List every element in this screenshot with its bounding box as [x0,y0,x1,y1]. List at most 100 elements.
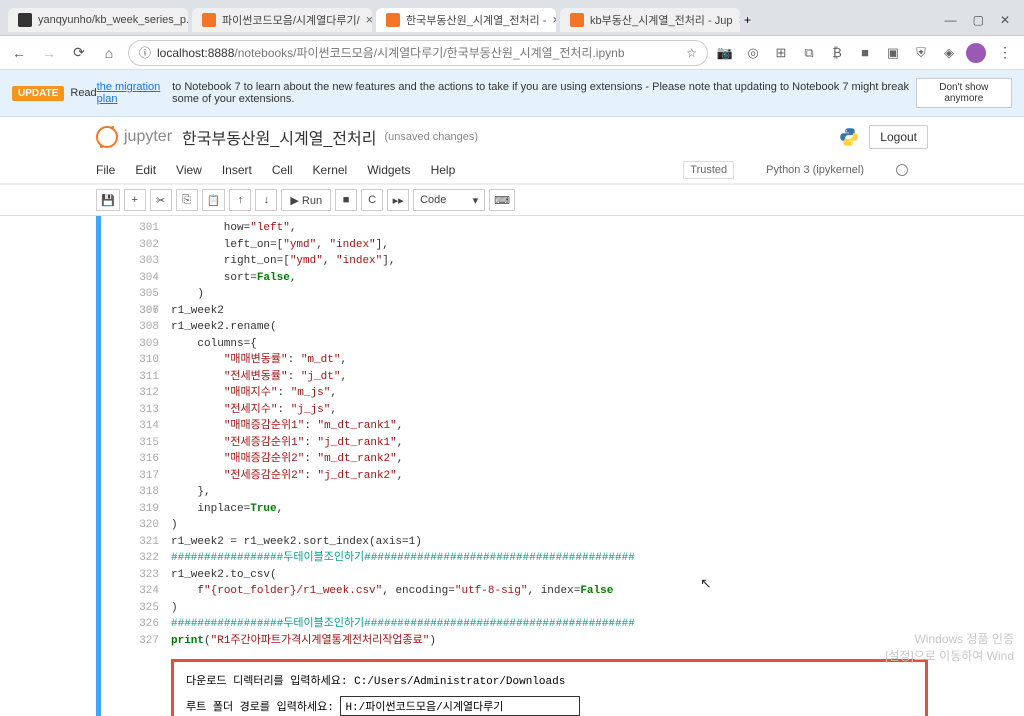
trusted-indicator[interactable]: Trusted [683,161,734,179]
tab-label: 한국부동산원_시계열_전처리 - [406,12,546,28]
back-button[interactable]: ← [8,42,30,64]
tab-close-icon[interactable]: × [738,12,740,27]
home-button[interactable]: ⌂ [98,42,120,64]
jupyter-icon [96,126,118,148]
cell-type-select[interactable]: Code▾ [413,189,485,211]
extension-icon[interactable]: ₿ [828,44,846,62]
move-up-button[interactable]: ↑ [229,189,251,211]
banner-text-2: to Notebook 7 to learn about the new fea… [172,81,916,105]
extension-icon[interactable]: ⊞ [772,44,790,62]
code-line: 315 "전세증감순위1": "j_dt_rank1", [125,435,928,452]
code-line: 314 "매매증감순위1": "m_dt_rank1", [125,418,928,435]
tab-close-icon[interactable]: × [552,12,556,27]
code-editor[interactable]: 301 how="left",302 left_on=["ymd", "inde… [101,216,928,653]
restart-button[interactable]: C [361,189,383,211]
code-line: 322#################두테이블조인하기############… [125,550,928,567]
stop-button[interactable]: ■ [335,189,357,211]
tab-label: 파이썬코드모음/시계열다루기/ [222,12,360,28]
close-window-button[interactable]: ✕ [1000,13,1010,27]
save-status: (unsaved changes) [384,131,478,143]
menu-item-insert[interactable]: Insert [222,163,252,177]
code-line: 308r1_week2.rename( [125,319,928,336]
kernel-name[interactable]: Python 3 (ipykernel) [766,164,864,176]
cut-button[interactable]: ✂ [150,189,172,211]
minimize-button[interactable]: — [945,13,957,27]
browser-tab[interactable]: 파이썬코드모음/시계열다루기/ × [192,8,372,32]
code-line: 309 columns={ [125,336,928,353]
menu-item-view[interactable]: View [176,163,202,177]
keyboard-button[interactable]: ⌨ [489,189,515,211]
dismiss-banner-button[interactable]: Don't show anymore [916,78,1012,108]
paste-button[interactable]: 📋 [202,189,226,211]
move-down-button[interactable]: ↓ [255,189,277,211]
tab-close-icon[interactable]: × [366,12,372,27]
url-input[interactable]: ⓘ localhost:8888/notebooks/파이썬코드모음/시계열다루… [128,40,708,66]
menu-item-cell[interactable]: Cell [272,163,293,177]
extension-icon[interactable]: ◎ [744,44,762,62]
code-line: 312 "매매지수": "m_js", [125,385,928,402]
extension-icon[interactable]: ▣ [884,44,902,62]
notebook-title[interactable]: 한국부동산원_시계열_전처리 [182,125,376,149]
save-button[interactable]: 💾 [96,189,120,211]
profile-avatar[interactable] [966,43,986,63]
extension-icon[interactable]: 📷 [716,44,734,62]
stdin-input[interactable]: H:/파이썬코드모음/시계열다루기 [340,696,580,716]
favicon [386,13,400,27]
logout-button[interactable]: Logout [869,125,928,149]
menu-item-help[interactable]: Help [431,163,456,177]
extension-icon[interactable]: ⧉ [800,44,818,62]
code-line: 310 "매매변동률": "m_dt", [125,352,928,369]
code-line: 311 "전세변동률": "j_dt", [125,369,928,386]
extension-icon[interactable]: ■ [856,44,874,62]
extension-icon[interactable]: ⛨ [912,44,930,62]
forward-button[interactable]: → [38,42,60,64]
code-line: 326#################두테이블조인하기############… [125,616,928,633]
run-button[interactable]: ▶ Run [281,189,331,211]
jupyter-logo[interactable]: jupyter [96,126,172,148]
new-tab-button[interactable]: + [744,13,751,27]
python-icon [839,127,859,147]
migration-link[interactable]: the migration plan [97,81,172,105]
menu-bar: FileEditViewInsertCellKernelWidgetsHelp … [0,157,1024,184]
code-line: 317 "전세증감순위2": "j_dt_rank2", [125,468,928,485]
code-line: 304 sort=False, [125,270,928,287]
reload-button[interactable]: ⟳ [68,42,90,64]
code-line: 313 "전세지수": "j_js", [125,402,928,419]
jupyter-brand: jupyter [124,128,172,146]
maximize-button[interactable]: ▢ [973,13,984,27]
menu-item-widgets[interactable]: Widgets [367,163,410,177]
code-line: 320) [125,517,928,534]
menu-item-file[interactable]: File [96,163,115,177]
code-line: 318 }, [125,484,928,501]
code-line: 302 left_on=["ymd", "index"], [125,237,928,254]
output-prompt-2: 루트 폴더 경로를 입력하세요: [186,702,340,714]
update-banner: UPDATE Read the migration plan to Notebo… [0,70,1024,117]
code-line: 324 f"{root_folder}/r1_week.csv", encodi… [125,583,928,600]
address-bar: ← → ⟳ ⌂ ⓘ localhost:8888/notebooks/파이썬코드… [0,36,1024,70]
bookmark-icon[interactable]: ☆ [686,46,697,60]
url-host: localhost:8888 [157,46,234,60]
cell-output: 다운로드 디렉터리를 입력하세요: C:/Users/Administrator… [171,659,928,716]
browser-tab[interactable]: kb부동산_시계열_전처리 - Jup× [560,8,740,32]
browser-tab[interactable]: yanqyunho/kb_week_series_p...× [8,8,188,32]
menu-item-kernel[interactable]: Kernel [313,163,348,177]
url-path: /notebooks/파이썬코드모음/시계열다루기/한국부동산원_시계열_전처리… [234,44,624,61]
code-line: 307r1_week2 [125,303,928,320]
copy-button[interactable]: ⎘ [176,189,198,211]
code-line: 325) [125,600,928,617]
extension-icon[interactable]: ◈ [940,44,958,62]
add-cell-button[interactable]: + [124,189,146,211]
tab-label: yanqyunho/kb_week_series_p... [38,14,188,26]
browser-tab[interactable]: 한국부동산원_시계열_전처리 - × [376,8,556,32]
browser-tab-bar: yanqyunho/kb_week_series_p...×파이썬코드모음/시계… [0,0,1024,36]
fastforward-button[interactable]: ▸▸ [387,189,409,211]
update-badge: UPDATE [12,86,64,101]
code-line: 321r1_week2 = r1_week2.sort_index(axis=1… [125,534,928,551]
code-line: 323r1_week2.to_csv( [125,567,928,584]
browser-menu-icon[interactable]: ⋮ [994,42,1016,64]
site-info-icon[interactable]: ⓘ [139,44,151,61]
code-cell[interactable]: 301 how="left",302 left_on=["ymd", "inde… [96,216,928,716]
code-line: 305 ) [125,286,928,303]
menu-item-edit[interactable]: Edit [135,163,156,177]
output-prompt-1: 다운로드 디렉터리를 입력하세요: [186,676,354,688]
